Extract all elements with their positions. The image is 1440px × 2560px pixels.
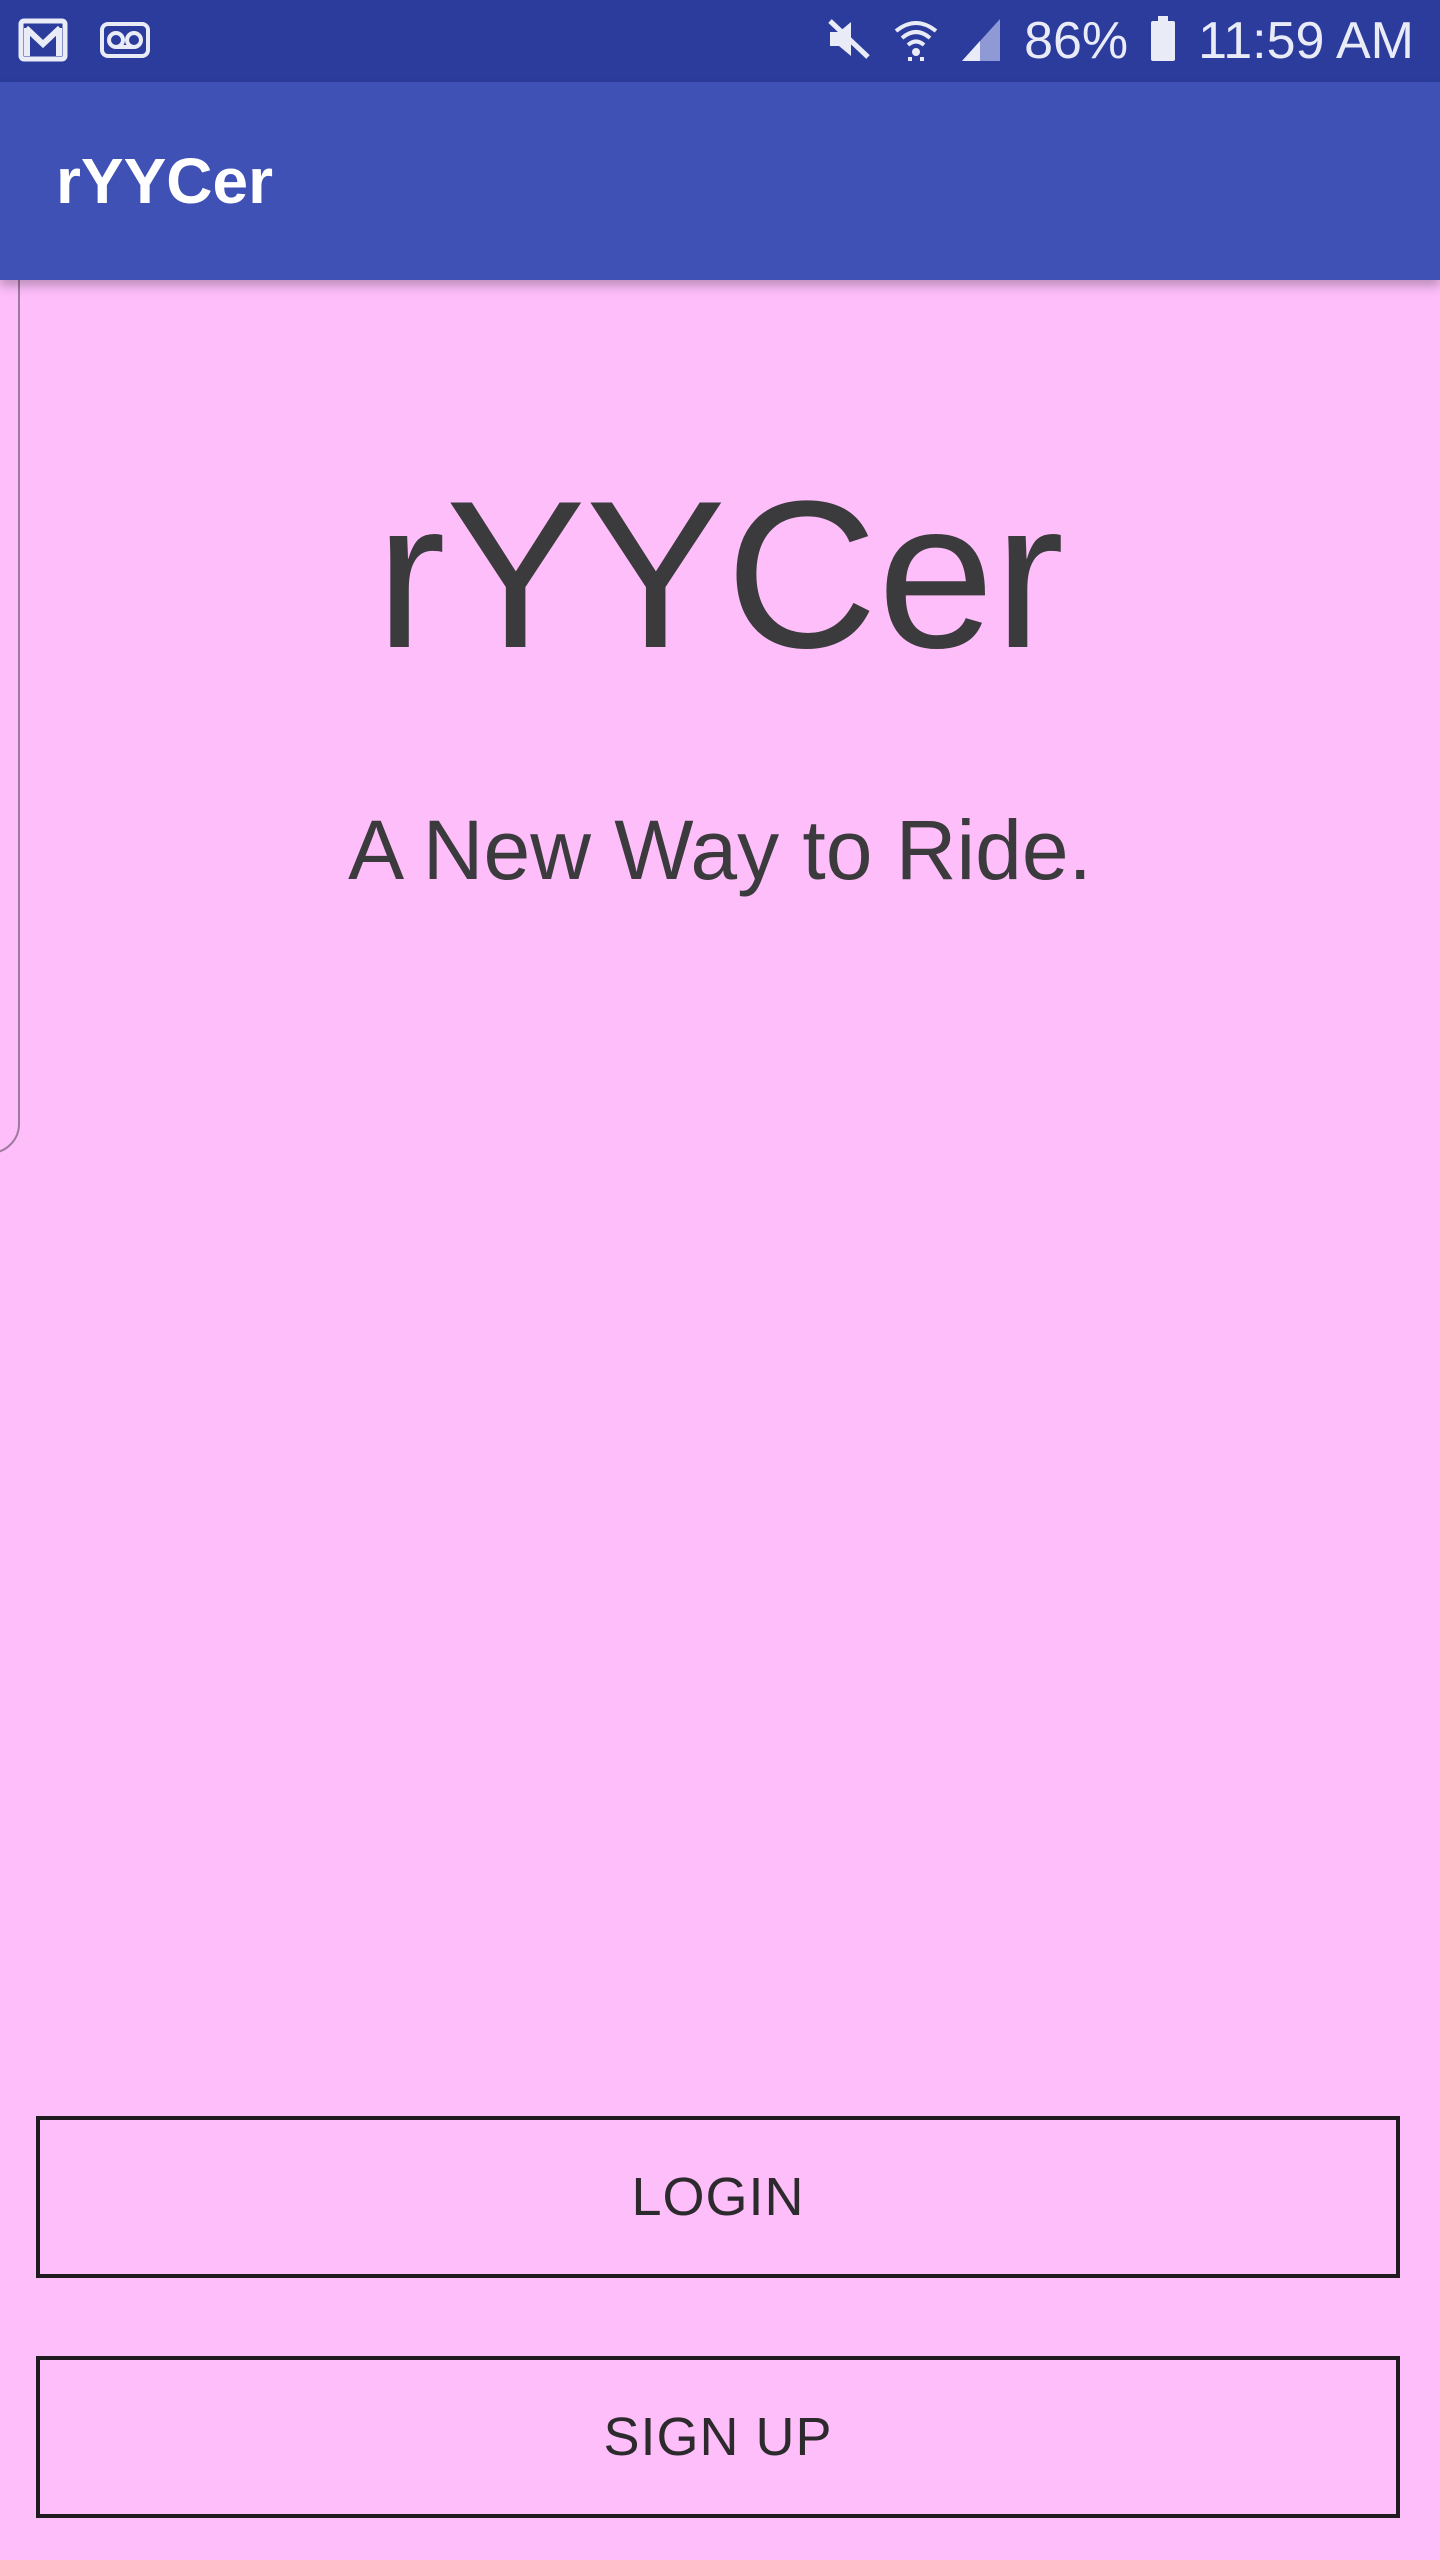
battery-percentage: 86%: [1024, 12, 1129, 70]
battery-icon: [1150, 15, 1176, 67]
hero-subtitle: A New Way to Ride.: [348, 803, 1092, 897]
clock: 11:59 AM: [1198, 12, 1414, 70]
app-bar: rYYCer: [0, 82, 1440, 280]
login-button-label: LOGIN: [631, 2167, 805, 2227]
system-status: 86% 11:59 AM: [826, 0, 1414, 82]
mute-icon: [826, 17, 872, 66]
login-button[interactable]: LOGIN: [36, 2116, 1400, 2278]
signal-icon: [960, 17, 1002, 66]
voicemail-icon: [100, 22, 150, 63]
notification-icons: [18, 18, 150, 67]
gmail-icon: [18, 18, 68, 67]
status-bar: 86% 11:59 AM: [0, 0, 1440, 82]
hero-title: rYYCer: [375, 457, 1065, 692]
edge-panel-handle[interactable]: [0, 250, 20, 1154]
app-bar-title: rYYCer: [56, 145, 273, 217]
sign-up-button-label: SIGN UP: [603, 2407, 833, 2467]
wifi-icon: [894, 17, 938, 66]
sign-up-button[interactable]: SIGN UP: [36, 2356, 1400, 2518]
